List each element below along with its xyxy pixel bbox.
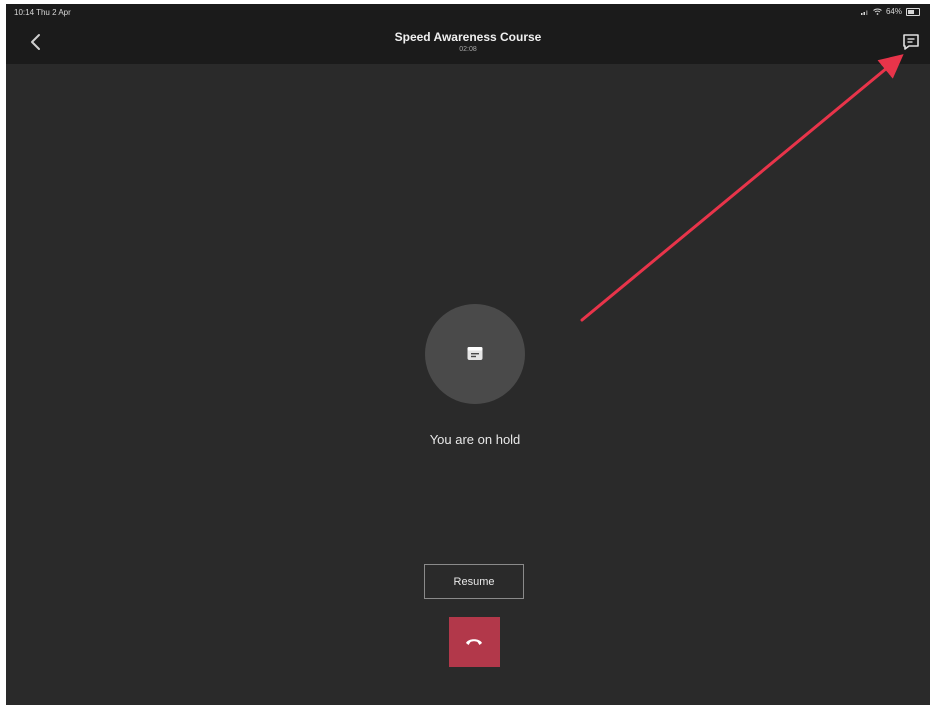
call-header: Speed Awareness Course 02:08 — [6, 20, 930, 64]
status-indicators: 64% — [860, 7, 920, 16]
hold-status-text: You are on hold — [429, 432, 521, 447]
call-title: Speed Awareness Course — [394, 30, 542, 44]
battery-fill — [908, 9, 915, 14]
phone-hangup-icon — [466, 639, 482, 645]
hang-up-button[interactable] — [449, 617, 500, 667]
meeting-avatar — [425, 304, 525, 404]
battery-percent: 64% — [885, 7, 902, 16]
chat-button[interactable] — [900, 31, 922, 53]
status-time: 10:14 Thu 2 Apr — [14, 8, 71, 17]
teams-call-screen: 10:14 Thu 2 Apr 64% Speed Awareness Cour… — [6, 4, 930, 705]
signal-icon — [860, 10, 868, 15]
battery-icon — [906, 7, 920, 16]
call-title-block: Speed Awareness Course 02:08 — [6, 30, 930, 53]
status-bar: 10:14 Thu 2 Apr 64% — [6, 4, 930, 20]
resume-button[interactable]: Resume — [424, 564, 524, 599]
chat-icon — [903, 34, 919, 50]
wifi-icon — [873, 8, 882, 15]
call-timer: 02:08 — [459, 46, 477, 53]
calendar-icon — [467, 347, 483, 360]
